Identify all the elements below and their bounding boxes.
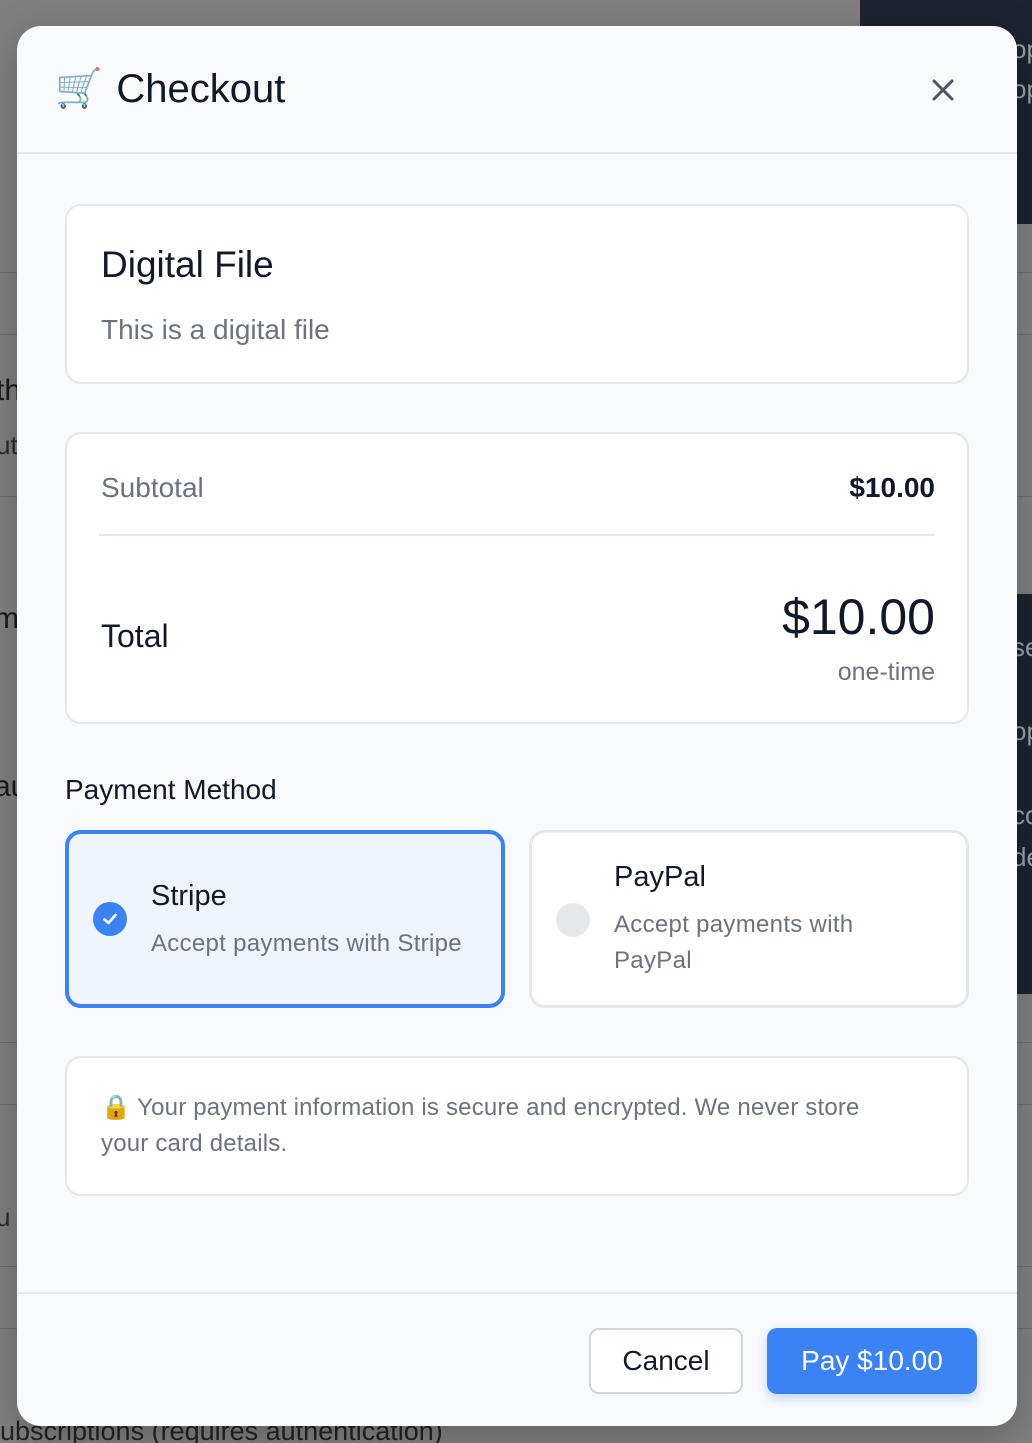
- total-value: $10.00: [782, 589, 935, 645]
- subtotal-label: Subtotal: [101, 472, 204, 503]
- pay-button[interactable]: Pay $10.00: [767, 1328, 977, 1394]
- modal-header: 🛒 Checkout: [17, 26, 1017, 154]
- radio-unchecked-icon[interactable]: [556, 903, 590, 937]
- payment-option-description: Accept payments with PayPal: [614, 911, 854, 974]
- shopping-cart-icon: 🛒: [55, 68, 103, 110]
- total-label: Total: [101, 618, 169, 654]
- subtotal-value: $10.00: [849, 472, 935, 503]
- security-notice: 🔒 Your payment information is secure and …: [65, 1056, 969, 1196]
- lock-icon: 🔒: [101, 1094, 132, 1121]
- payment-option-stripe[interactable]: Stripe Accept payments with Stripe: [65, 830, 505, 1008]
- checkout-modal: 🛒 Checkout Digital File This is a digita…: [17, 26, 1017, 1426]
- order-summary-card: Subtotal $10.00 Total $10.00 one-time: [65, 432, 969, 724]
- product-card: Digital File This is a digital file: [65, 204, 969, 384]
- radio-checked-icon[interactable]: [93, 902, 127, 936]
- modal-footer: Cancel Pay $10.00: [17, 1292, 1017, 1426]
- payment-option-name: Stripe: [151, 880, 227, 912]
- checkmark-icon: [103, 913, 117, 925]
- summary-divider: [99, 534, 935, 536]
- payment-method-heading: Payment Method: [65, 774, 277, 805]
- close-button[interactable]: [921, 68, 965, 112]
- security-message-text: Your payment information is secure and e…: [101, 1094, 860, 1157]
- payment-option-paypal[interactable]: PayPal Accept payments with PayPal: [529, 830, 969, 1008]
- product-name: Digital File: [101, 244, 274, 285]
- billing-type-note: one-time: [837, 658, 935, 686]
- payment-option-name: PayPal: [614, 861, 706, 893]
- payment-option-description: Accept payments with Stripe: [151, 930, 462, 957]
- close-icon: [932, 79, 954, 101]
- modal-title: 🛒 Checkout: [55, 66, 285, 112]
- background-text: u: [0, 1202, 11, 1232]
- modal-title-text: Checkout: [116, 67, 286, 111]
- cancel-button[interactable]: Cancel: [589, 1328, 743, 1394]
- product-description: This is a digital file: [101, 314, 330, 345]
- security-message: 🔒 Your payment information is secure and …: [101, 1090, 907, 1162]
